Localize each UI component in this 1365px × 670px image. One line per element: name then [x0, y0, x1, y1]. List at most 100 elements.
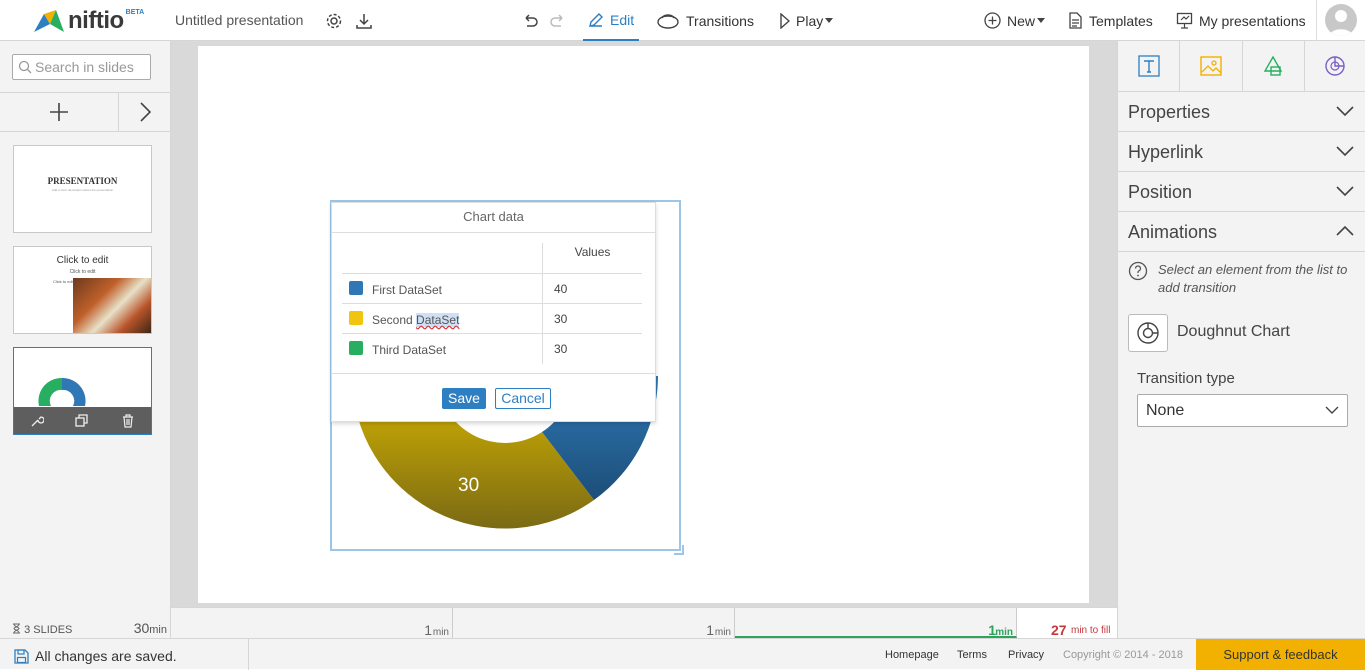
transition-type-label: Transition type: [1137, 370, 1235, 387]
timeline-segment-3[interactable]: 1 min: [735, 608, 1017, 638]
slide-thumbnail-2[interactable]: Click to edit Click to edit Click to edi…: [13, 246, 152, 334]
dataset-value-field[interactable]: 40: [542, 274, 642, 304]
color-swatch[interactable]: [349, 341, 363, 355]
settings-gear-icon[interactable]: [325, 12, 343, 30]
color-swatch[interactable]: [349, 281, 363, 295]
resize-handle[interactable]: [674, 545, 684, 555]
color-swatch[interactable]: [349, 311, 363, 325]
remaining-duration: 27: [1051, 622, 1067, 638]
save-status: All changes are saved.: [14, 648, 177, 664]
presentation-title[interactable]: Untitled presentation: [175, 12, 303, 28]
privacy-link[interactable]: Privacy: [1008, 649, 1044, 661]
properties-section[interactable]: Properties: [1118, 92, 1365, 132]
user-avatar[interactable]: [1325, 4, 1357, 36]
insert-shape-tab[interactable]: [1243, 41, 1305, 91]
homepage-link[interactable]: Homepage: [885, 649, 939, 661]
caret-down-icon: [825, 17, 834, 23]
niftio-logo[interactable]: niftio BETA: [34, 7, 145, 34]
slides-count-text: 3 SLIDES: [24, 624, 73, 636]
slides-timeline: 1 min 1 min 1 min 27 min to fill: [171, 607, 1117, 638]
trash-icon[interactable]: [121, 413, 135, 428]
tab-edit[interactable]: Edit: [583, 0, 640, 41]
new-label: New: [1007, 12, 1036, 29]
slide-thumbnail-3[interactable]: [13, 347, 152, 435]
play-icon: [780, 12, 790, 29]
animations-section[interactable]: Animations: [1118, 212, 1365, 252]
tab-transitions[interactable]: Transitions: [656, 0, 754, 41]
new-menu[interactable]: New: [984, 0, 1046, 41]
donut-data-label: 30: [458, 475, 480, 496]
search-placeholder: Search in slides: [35, 59, 134, 75]
slide-2-title: Click to edit: [56, 255, 109, 266]
timeline-segment-2[interactable]: 1 min: [453, 608, 735, 638]
insert-text-tab[interactable]: [1118, 41, 1181, 91]
dataset-value-field[interactable]: 30: [542, 304, 642, 334]
table-row: Second DataSet 30: [342, 304, 642, 334]
logo-mark-icon: [34, 10, 64, 32]
support-feedback-button[interactable]: Support & feedback: [1196, 639, 1365, 670]
dataset-name-prefix: Second: [372, 313, 417, 327]
dataset-name-field[interactable]: First DataSet: [372, 283, 442, 297]
position-section[interactable]: Position: [1118, 172, 1365, 212]
top-toolbar: niftio BETA Untitled presentation Edit T…: [0, 0, 1365, 41]
redo-icon[interactable]: [549, 12, 567, 30]
play-label: Play: [796, 12, 824, 29]
beta-badge: BETA: [125, 8, 145, 16]
slide-3-donut-preview: [38, 377, 86, 406]
play-menu[interactable]: Play: [780, 0, 834, 41]
slide-1-subtitle: Add a short description about the presen…: [51, 188, 114, 192]
total-duration-unit: min: [149, 624, 167, 636]
tab-transitions-label: Transitions: [686, 12, 754, 29]
terms-link[interactable]: Terms: [957, 649, 987, 661]
cancel-button[interactable]: Cancel: [495, 388, 551, 409]
slide-thumbnail-1[interactable]: PRESENTATION Add a short description abo…: [13, 145, 152, 233]
wrench-icon[interactable]: [30, 414, 44, 428]
insert-chart-tab[interactable]: [1305, 41, 1365, 91]
transition-type-select[interactable]: None: [1137, 394, 1348, 427]
element-name[interactable]: Doughnut Chart: [1177, 323, 1290, 341]
values-column-header: Values: [542, 243, 642, 274]
slide-1-title: PRESENTATION: [47, 176, 118, 186]
remaining-unit: min to fill: [1071, 625, 1111, 636]
chart-data-table: Values First DataSet 40 Second DataSet 3…: [342, 243, 642, 364]
selected-misspelled-word: DataSet: [416, 313, 460, 327]
chevron-down-icon: [1336, 186, 1354, 197]
segment-unit: min: [714, 627, 731, 638]
search-slides-input[interactable]: Search in slides: [12, 54, 151, 80]
duplicate-icon[interactable]: [75, 413, 89, 428]
slides-panel: Search in slides PRESENTATION Add a shor…: [0, 41, 171, 638]
slide-2-subtitle: Click to edit: [69, 269, 96, 275]
my-presentations-link[interactable]: My presentations: [1176, 0, 1306, 41]
next-slide-button[interactable]: [120, 93, 170, 131]
shapes-icon: [1263, 55, 1283, 76]
add-slide-button[interactable]: [0, 93, 119, 131]
slide-2-body: Click to edit: [53, 279, 74, 284]
insert-tabs: [1118, 41, 1365, 92]
download-icon[interactable]: [355, 12, 373, 30]
slide-2-image: [73, 278, 151, 333]
save-button[interactable]: Save: [442, 388, 486, 409]
hyperlink-section[interactable]: Hyperlink: [1118, 132, 1365, 172]
position-label: Position: [1128, 182, 1193, 202]
caret-down-icon: [1037, 17, 1046, 23]
slides-actions-bar: [0, 92, 170, 132]
timeline-segment-1[interactable]: 1 min: [171, 608, 453, 638]
save-status-text: All changes are saved.: [35, 648, 177, 664]
doughnut-chart-element-icon[interactable]: [1128, 314, 1168, 352]
templates-label: Templates: [1089, 12, 1153, 29]
chart-data-title: Chart data: [332, 203, 655, 233]
dataset-value-field[interactable]: 30: [542, 334, 642, 364]
templates-icon: [1069, 12, 1082, 29]
undo-icon[interactable]: [521, 12, 539, 30]
properties-label: Properties: [1128, 102, 1211, 122]
table-row: First DataSet 40: [342, 274, 642, 304]
pie-chart-icon: [1325, 56, 1346, 76]
templates-link[interactable]: Templates: [1067, 0, 1153, 41]
dataset-name-field[interactable]: Third DataSet: [372, 343, 446, 357]
toolbar-divider: [1316, 0, 1317, 41]
properties-panel: Properties Hyperlink Position Animations…: [1117, 41, 1365, 638]
image-icon: [1200, 56, 1222, 76]
dataset-name-field[interactable]: Second DataSet: [372, 313, 460, 327]
insert-image-tab[interactable]: [1180, 41, 1243, 91]
search-icon: [18, 60, 32, 74]
